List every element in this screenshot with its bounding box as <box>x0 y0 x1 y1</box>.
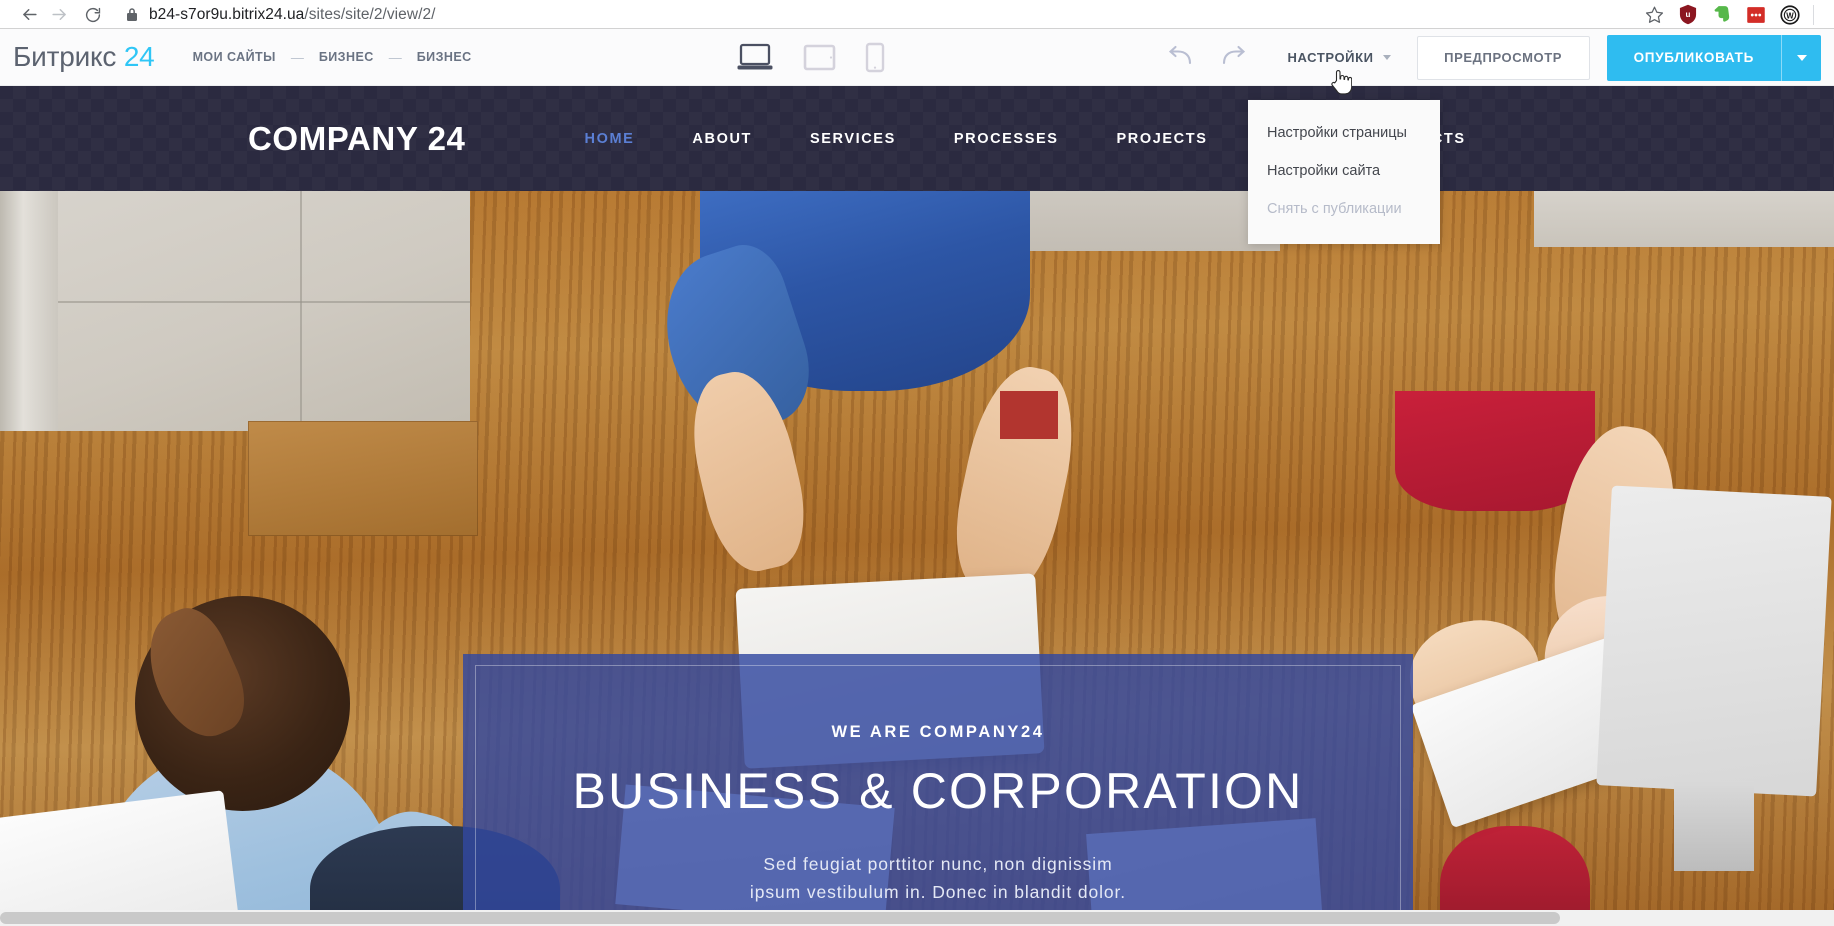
person-red-shirt <box>1395 391 1595 511</box>
hero-title: BUSINESS & CORPORATION <box>572 762 1304 819</box>
publish-button-group[interactable]: ОПУБЛИКОВАТЬ <box>1606 34 1821 81</box>
hero-subtitle: Sed feugiat porttitor nunc, non dignissi… <box>750 850 1126 907</box>
url-path: /sites/site/2/view/2/ <box>304 5 436 23</box>
wall-strip-right <box>1534 191 1834 247</box>
url-text: b24-s7or9u.bitrix24.ua/sites/site/2/view… <box>149 7 435 23</box>
extensions-area: u W <box>1637 1 1820 29</box>
hero-section: WE ARE COMPANY24 BUSINESS & CORPORATION … <box>0 191 1834 926</box>
desktop-view-icon[interactable] <box>735 42 775 72</box>
bitrix-logo-text: Битрикс <box>13 41 117 72</box>
breadcrumb-item-business-2[interactable]: БИЗНЕС <box>415 46 474 68</box>
evernote-icon[interactable] <box>1705 1 1739 29</box>
redo-icon[interactable] <box>1219 44 1249 70</box>
chevron-down-icon <box>1382 55 1391 60</box>
svg-text:W: W <box>1786 11 1794 20</box>
menu-item-unpublish: Снять с публикации <box>1267 201 1402 217</box>
bookmark-star-icon[interactable] <box>1637 1 1671 29</box>
site-logo[interactable]: COMPANY 24 <box>248 120 466 158</box>
nav-link-about[interactable]: ABOUT <box>663 131 781 147</box>
hero-subtitle-line-1: Sed feugiat porttitor nunc, non dignissi… <box>763 853 1113 874</box>
hero-subtitle-line-2: ipsum vestibulum in. Donec in blandit do… <box>749 882 1127 902</box>
preview-button[interactable]: ПРЕДПРОСМОТР <box>1416 35 1590 80</box>
reload-icon[interactable] <box>78 1 108 29</box>
monitor-right <box>1596 485 1832 797</box>
breadcrumb: МОИ САЙТЫ — БИЗНЕС — БИЗНЕС <box>191 46 474 68</box>
bitrix-logo-number: 24 <box>123 41 155 72</box>
horizontal-scrollbar[interactable] <box>0 910 1834 926</box>
svg-text:u: u <box>1686 10 1691 19</box>
chevron-down-icon <box>1796 54 1807 61</box>
site-preview-frame: COMPANY 24 HOME ABOUT SERVICES PROCESSES… <box>0 86 1834 926</box>
site-header: COMPANY 24 HOME ABOUT SERVICES PROCESSES… <box>0 86 1834 191</box>
undo-icon[interactable] <box>1165 44 1195 70</box>
nav-link-projects[interactable]: PROJECTS <box>1088 131 1237 147</box>
breadcrumb-item-business-1[interactable]: БИЗНЕС <box>317 46 376 68</box>
device-preview-switcher <box>735 42 886 73</box>
publish-label: ОПУБЛИКОВАТЬ <box>1633 50 1754 65</box>
toolbar-actions: НАСТРОЙКИ ПРЕДПРОСМОТР ОПУБЛИКОВАТЬ <box>1262 29 1834 86</box>
tiled-wall <box>0 191 470 431</box>
nav-link-home[interactable]: HOME <box>556 131 664 147</box>
back-arrow-icon[interactable] <box>14 1 44 29</box>
hero-eyebrow: WE ARE COMPANY24 <box>831 722 1045 741</box>
history-controls <box>1165 44 1249 70</box>
url-domain: b24-s7or9u.bitrix24.ua <box>149 5 305 23</box>
preview-label: ПРЕДПРОСМОТР <box>1444 50 1563 65</box>
door-frame <box>0 191 58 431</box>
publish-dropdown-button[interactable] <box>1781 34 1821 81</box>
monitor-stand <box>1674 781 1754 871</box>
wood-plank <box>248 421 478 536</box>
browser-toolbar: b24-s7or9u.bitrix24.ua/sites/site/2/view… <box>0 0 1834 29</box>
padlock-icon <box>126 7 138 22</box>
breadcrumb-item-my-sites[interactable]: МОИ САЙТЫ <box>191 46 278 68</box>
settings-dropdown-menu: Настройки страницы Настройки сайта Снять… <box>1248 100 1440 244</box>
settings-menu-button[interactable]: НАСТРОЙКИ <box>1262 29 1417 86</box>
publish-button[interactable]: ОПУБЛИКОВАТЬ <box>1607 35 1781 81</box>
wappalyzer-icon[interactable]: W <box>1773 1 1807 29</box>
address-bar[interactable]: b24-s7or9u.bitrix24.ua/sites/site/2/view… <box>126 7 1637 23</box>
bitrix-logo[interactable]: Битрикс 24 <box>13 41 155 73</box>
toolbar-divider <box>1813 4 1814 25</box>
ublock-origin-icon[interactable]: u <box>1671 1 1705 29</box>
tablet-view-icon[interactable] <box>803 44 836 71</box>
site-navigation: HOME ABOUT SERVICES PROCESSES PROJECTS N… <box>556 131 1834 147</box>
breadcrumb-separator: — <box>388 49 402 65</box>
scrollbar-thumb[interactable] <box>0 912 1560 924</box>
menu-item-page-settings[interactable]: Настройки страницы <box>1248 114 1440 152</box>
nav-link-services[interactable]: SERVICES <box>781 131 925 147</box>
nav-link-processes[interactable]: PROCESSES <box>925 131 1088 147</box>
hero-text-card: WE ARE COMPANY24 BUSINESS & CORPORATION … <box>463 654 1413 926</box>
menu-item-site-settings[interactable]: Настройки сайта <box>1248 152 1440 190</box>
settings-label: НАСТРОЙКИ <box>1287 50 1374 65</box>
breadcrumb-separator: — <box>290 49 304 65</box>
red-object <box>1000 391 1058 439</box>
lastpass-icon[interactable] <box>1739 1 1773 29</box>
mobile-view-icon[interactable] <box>864 42 886 73</box>
bitrix-editor-toolbar: Битрикс 24 МОИ САЙТЫ — БИЗНЕС — БИЗНЕС Н… <box>0 29 1834 86</box>
forward-arrow-icon[interactable] <box>44 1 74 29</box>
